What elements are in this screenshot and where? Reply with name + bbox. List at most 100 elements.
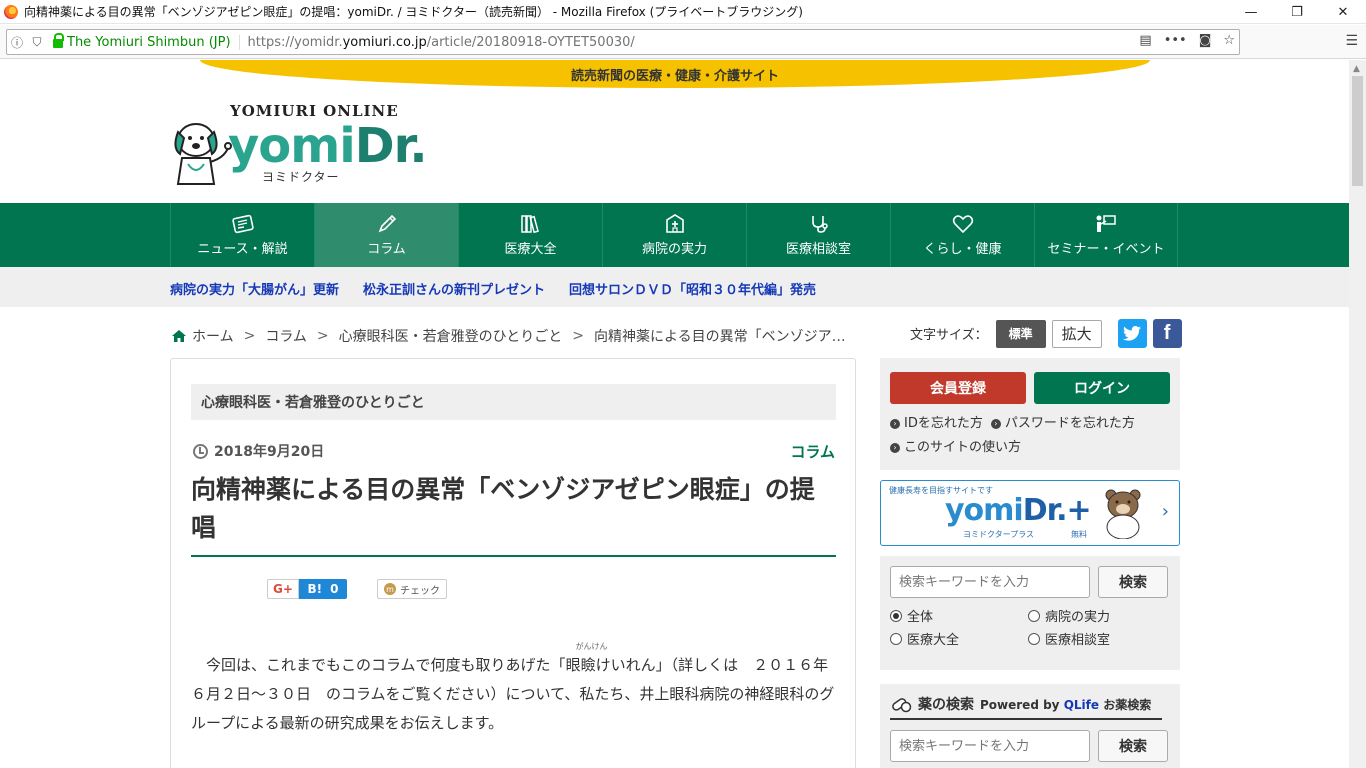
books-icon (520, 214, 542, 234)
stethoscope-icon (808, 214, 830, 234)
nav-item-2[interactable]: コラム (314, 203, 458, 267)
article-title: 向精神薬による目の異常「ベンゾジアゼピン眼症」の提唱 (191, 471, 836, 557)
breadcrumb-separator: > (243, 328, 256, 344)
radio-button-icon[interactable] (890, 632, 902, 645)
font-size-label: 文字サイズ： (910, 328, 988, 343)
nav-item-label: ニュース・解説 (197, 241, 288, 257)
facebook-icon[interactable]: f (1152, 319, 1182, 348)
shield-icon[interactable]: ⛉ (27, 35, 47, 50)
forgot-id-link[interactable]: IDを忘れた方 (890, 416, 983, 431)
nav-item-3[interactable]: 医療大全 (458, 203, 602, 267)
radio-label: 全体 (907, 610, 934, 625)
nav-item-label: コラム (367, 241, 406, 257)
pill-icon (892, 698, 912, 713)
nav-item-6[interactable]: くらし・健康 (890, 203, 1034, 267)
font-size-large-button[interactable]: 拡大 (1051, 319, 1102, 348)
twitter-icon[interactable] (1117, 319, 1147, 348)
pocket-icon[interactable]: ◙ (1199, 33, 1212, 48)
radio-label: 医療大全 (907, 633, 960, 648)
register-button[interactable]: 会員登録 (890, 372, 1026, 404)
bookmark-star-icon[interactable]: ☆ (1223, 33, 1235, 48)
breadcrumb-separator: > (572, 328, 584, 344)
close-button[interactable]: ✕ (1320, 0, 1366, 24)
radio-button-icon[interactable] (890, 609, 902, 622)
restore-button[interactable]: ❐ (1274, 0, 1320, 24)
nav-item-label: くらし・健康 (923, 241, 1002, 257)
news-strip: 病院の実力「大腸がん」更新 松永正訓さんの新刊プレゼント 回想サロンＤＶＤ「昭和… (0, 267, 1349, 307)
vertical-scrollbar[interactable]: ▲ (1349, 60, 1366, 768)
login-button[interactable]: ログイン (1034, 372, 1170, 404)
window-controls: — ❐ ✕ (1228, 0, 1366, 24)
search-scope-radio[interactable]: 病院の実力 (1028, 606, 1168, 625)
radio-label: 病院の実力 (1045, 610, 1111, 625)
google-plus-button[interactable]: G+ (267, 579, 299, 599)
home-icon (172, 330, 186, 342)
url-text[interactable]: https://yomidr.yomiuri.co.jp/article/201… (248, 35, 635, 50)
radio-button-icon[interactable] (1028, 609, 1040, 622)
nav-item-7[interactable]: セミナー・イベント (1034, 203, 1178, 267)
ruby-word: がんけん 眼瞼 (565, 642, 608, 674)
hospital-icon (664, 213, 686, 234)
radio-button-icon[interactable] (1028, 632, 1040, 645)
hatena-bookmark-button[interactable]: B! 0 (299, 579, 347, 599)
site-logo[interactable]: YOMIURI ONLINE yomiDr. ヨミドクター (170, 100, 460, 190)
logo-kana: ヨミドクター (262, 170, 340, 184)
minimize-button[interactable]: — (1228, 0, 1274, 24)
forgot-password-link[interactable]: パスワードを忘れた方 (991, 416, 1135, 431)
window-titlebar: 向精神薬による目の異常「ベンゾジアゼピン眼症」の提唱：yomiDr. / ヨミド… (0, 0, 1366, 24)
scrollbar-thumb[interactable] (1352, 76, 1363, 186)
newspaper-icon (231, 214, 254, 234)
heart-icon (952, 214, 974, 234)
article-date: 2018年9月20日 (193, 441, 324, 461)
news-link-3[interactable]: 回想サロンＤＶＤ「昭和３０年代編」発売 (569, 279, 816, 298)
menu-hamburger-icon[interactable]: ☰ (1345, 33, 1358, 49)
banner-text: 読売新聞の医療・健康・介護サイト (570, 68, 779, 84)
plus-kana: ヨミドクタープラス (963, 530, 1035, 539)
drug-search-box: 薬の検索 Powered by QLife お薬検索 検索 (880, 684, 1180, 768)
drug-search-button[interactable]: 検索 (1098, 730, 1168, 762)
firefox-icon (4, 4, 18, 19)
url-bar[interactable]: ⓘ ⛉ The Yomiuri Shimbun (JP) https://yom… (6, 29, 1240, 55)
site-search-button[interactable]: 検索 (1098, 566, 1168, 598)
breadcrumb-home[interactable]: ホーム (192, 326, 234, 346)
presenter-icon (1095, 214, 1117, 234)
hatena-icon: B! (307, 582, 323, 596)
breadcrumb-column[interactable]: コラム (265, 326, 307, 346)
how-to-use-link[interactable]: このサイトの使い方 (890, 440, 1021, 455)
news-link-1[interactable]: 病院の実力「大腸がん」更新 (170, 279, 339, 298)
drug-search-input[interactable] (890, 730, 1090, 762)
breadcrumb-current: 向精神薬による目の異常「ベンゾジア… (593, 329, 846, 345)
nav-item-1[interactable]: ニュース・解説 (170, 203, 314, 267)
dog-mascot-icon (174, 123, 232, 185)
plus-free: 無料 (1071, 530, 1087, 539)
global-nav: ニュース・解説 コラム 医療大全 病院の実力 医療相談室 くらし・健康 セミナー・イベント (0, 203, 1349, 267)
article-date-text: 2018年9月20日 (214, 444, 325, 460)
reader-view-icon[interactable]: ▤ (1139, 33, 1151, 48)
chevron-right-icon: › (1161, 501, 1169, 522)
font-size-standard-button[interactable]: 標準 (995, 319, 1046, 348)
page-actions-icon[interactable]: ••• (1164, 33, 1187, 48)
article-series[interactable]: 心療眼科医・若倉雅登のひとりごと (191, 384, 836, 420)
ruby-reading: がんけん (575, 642, 608, 651)
article-body: 今回は、これまでもこのコラムで何度も取りあげた「 がんけん 眼瞼けいれん」（詳しくは… (191, 642, 835, 732)
info-icon[interactable]: ⓘ (7, 34, 27, 51)
yomidr-plus-banner[interactable]: 健康長寿を目指すサイトです yomiDr.+ ヨミドクタープラス 無料 › (880, 480, 1180, 546)
site-search-input[interactable] (890, 566, 1090, 598)
radio-label: 医療相談室 (1045, 633, 1111, 648)
news-link-2[interactable]: 松永正訓さんの新刊プレゼント (363, 279, 545, 298)
browser-toolbar: ⓘ ⛉ The Yomiuri Shimbun (JP) https://yom… (0, 25, 1366, 59)
scroll-up-icon[interactable]: ▲ (1353, 64, 1360, 74)
search-scope-radio[interactable]: 医療大全 (890, 629, 1028, 648)
nav-item-5[interactable]: 医療相談室 (746, 203, 890, 267)
site-identity[interactable]: The Yomiuri Shimbun (JP) (67, 34, 240, 50)
nav-item-label: セミナー・イベント (1047, 241, 1165, 257)
breadcrumb-series[interactable]: 心療眼科医・若倉雅登のひとりごと (339, 326, 563, 346)
article-tag[interactable]: コラム (790, 441, 835, 462)
search-scope-radio[interactable]: 全体 (890, 606, 1028, 625)
search-scope-radio[interactable]: 医療相談室 (1028, 629, 1168, 648)
page-viewport: 読売新聞の医療・健康・介護サイト YOMIURI ONLINE yomiDr. … (0, 60, 1349, 768)
nav-item-4[interactable]: 病院の実力 (602, 203, 746, 267)
mixi-check-button[interactable]: m チェック (377, 579, 447, 599)
pencil-icon (376, 214, 398, 234)
login-box: 会員登録 ログイン IDを忘れた方パスワードを忘れた方 このサイトの使い方 (880, 358, 1180, 470)
